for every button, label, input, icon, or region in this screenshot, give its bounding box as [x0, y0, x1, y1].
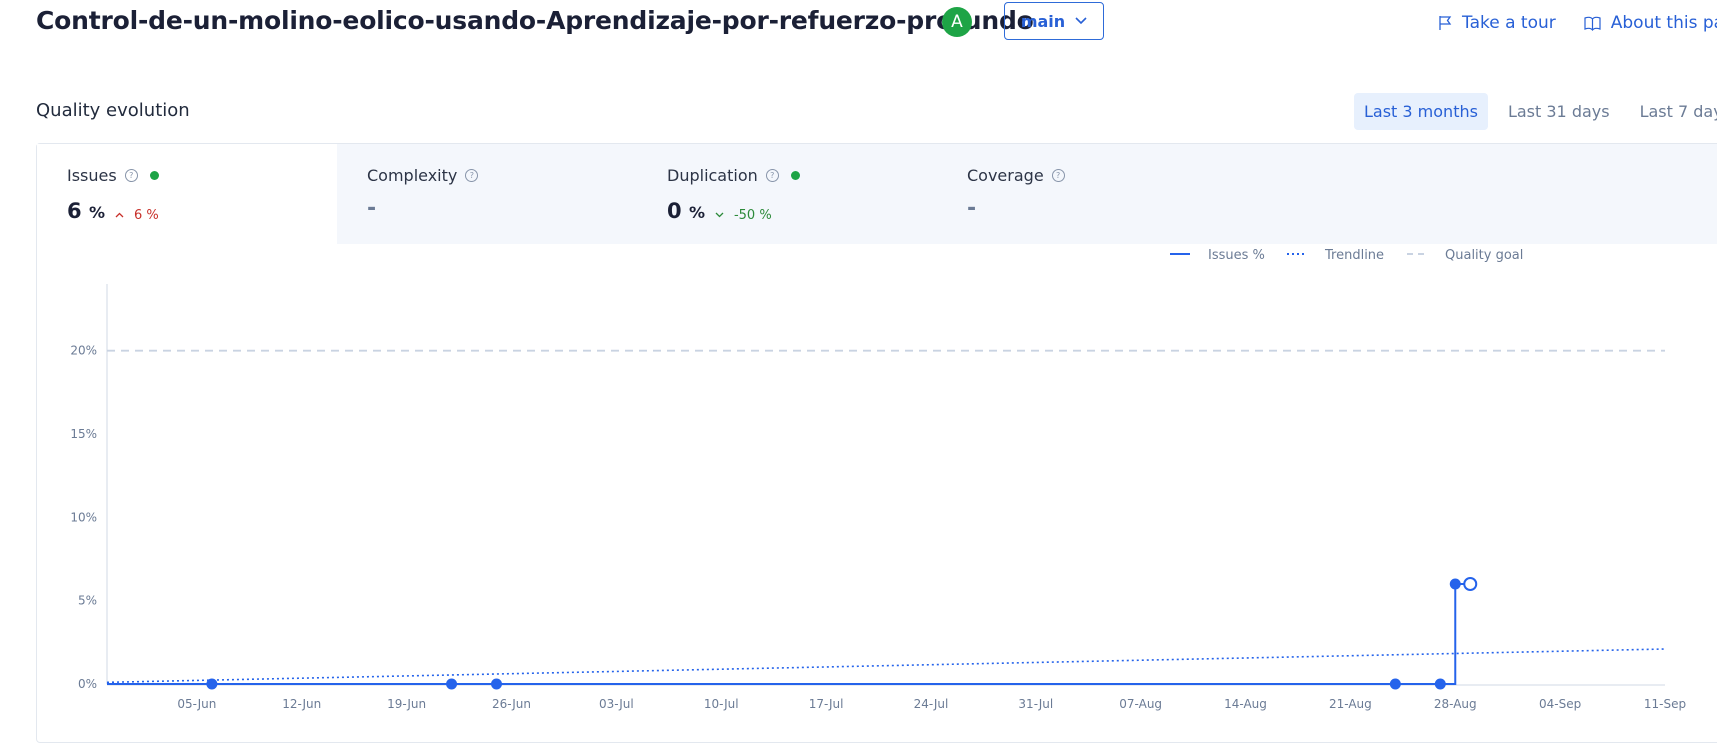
issues-data-point: [1389, 678, 1401, 690]
issues-series-line: [107, 583, 1471, 685]
legend-label: Quality goal: [1445, 248, 1523, 263]
x-tick-label: 04-Sep: [1539, 697, 1581, 711]
top-links: Take a tour About this pa: [1438, 13, 1717, 33]
range-last-7-days[interactable]: Last 7 day: [1630, 93, 1717, 130]
y-tick-label: 5%: [78, 594, 97, 608]
x-tick-label: 07-Aug: [1119, 697, 1162, 711]
time-range-selector: Last 3 months Last 31 days Last 7 day: [1354, 93, 1717, 130]
x-tick-label: 05-Jun: [177, 697, 216, 711]
quality-grade-badge: A: [942, 7, 972, 37]
range-last-31-days[interactable]: Last 31 days: [1498, 93, 1620, 130]
y-tick-label: 20%: [70, 344, 97, 358]
quality-panel: Issues ? 6 % 6 % Complexity ? - Duplicat…: [36, 143, 1717, 743]
x-tick-label: 24-Jul: [914, 697, 949, 711]
x-tick-label: 14-Aug: [1224, 697, 1267, 711]
chevron-down-icon: [1075, 17, 1087, 25]
y-tick-label: 10%: [70, 510, 97, 524]
issues-data-point: [206, 678, 218, 690]
legend-label: Issues %: [1208, 248, 1265, 263]
project-title: Control-de-un-molino-eolico-usando-Apren…: [36, 6, 1034, 35]
range-last-3-months[interactable]: Last 3 months: [1354, 93, 1488, 130]
issues-data-point: [446, 678, 458, 690]
section-title: Quality evolution: [36, 100, 190, 121]
x-tick-label: 10-Jul: [704, 697, 739, 711]
x-tick-label: 03-Jul: [599, 697, 634, 711]
trendline: [106, 648, 1666, 684]
x-tick-label: 12-Jun: [282, 697, 321, 711]
about-page-link[interactable]: About this pa: [1584, 13, 1717, 33]
issues-data-point: [491, 678, 502, 690]
branch-selector[interactable]: main: [1004, 2, 1104, 40]
x-tick-label: 21-Aug: [1329, 697, 1372, 711]
x-tick-label: 26-Jun: [492, 697, 531, 711]
issues-data-point: [1449, 578, 1461, 590]
legend-label: Trendline: [1324, 248, 1384, 263]
x-tick-label: 19-Jun: [387, 697, 426, 711]
quality-evolution-chart: 0% 5% 10% 15% 20% 05-Jun 12-Jun 19-Jun 26-Jun 03-…: [70, 248, 1686, 711]
y-tick-label: 15%: [70, 427, 97, 441]
book-icon: [1584, 16, 1601, 31]
issues-data-point: [1463, 577, 1478, 591]
about-page-label: About this pa: [1610, 13, 1717, 33]
branch-label: main: [1020, 11, 1066, 31]
issues-data-point: [1434, 678, 1446, 690]
flag-icon: [1439, 16, 1452, 30]
y-tick-label: 0%: [78, 677, 97, 691]
x-tick-label: 11-Sep: [1644, 697, 1686, 711]
x-tick-label: 17-Jul: [809, 697, 844, 711]
take-tour-link[interactable]: Take a tour: [1438, 13, 1556, 33]
x-tick-label: 28-Aug: [1434, 697, 1477, 711]
take-tour-label: Take a tour: [1462, 13, 1556, 33]
x-tick-label: 31-Jul: [1018, 697, 1053, 711]
